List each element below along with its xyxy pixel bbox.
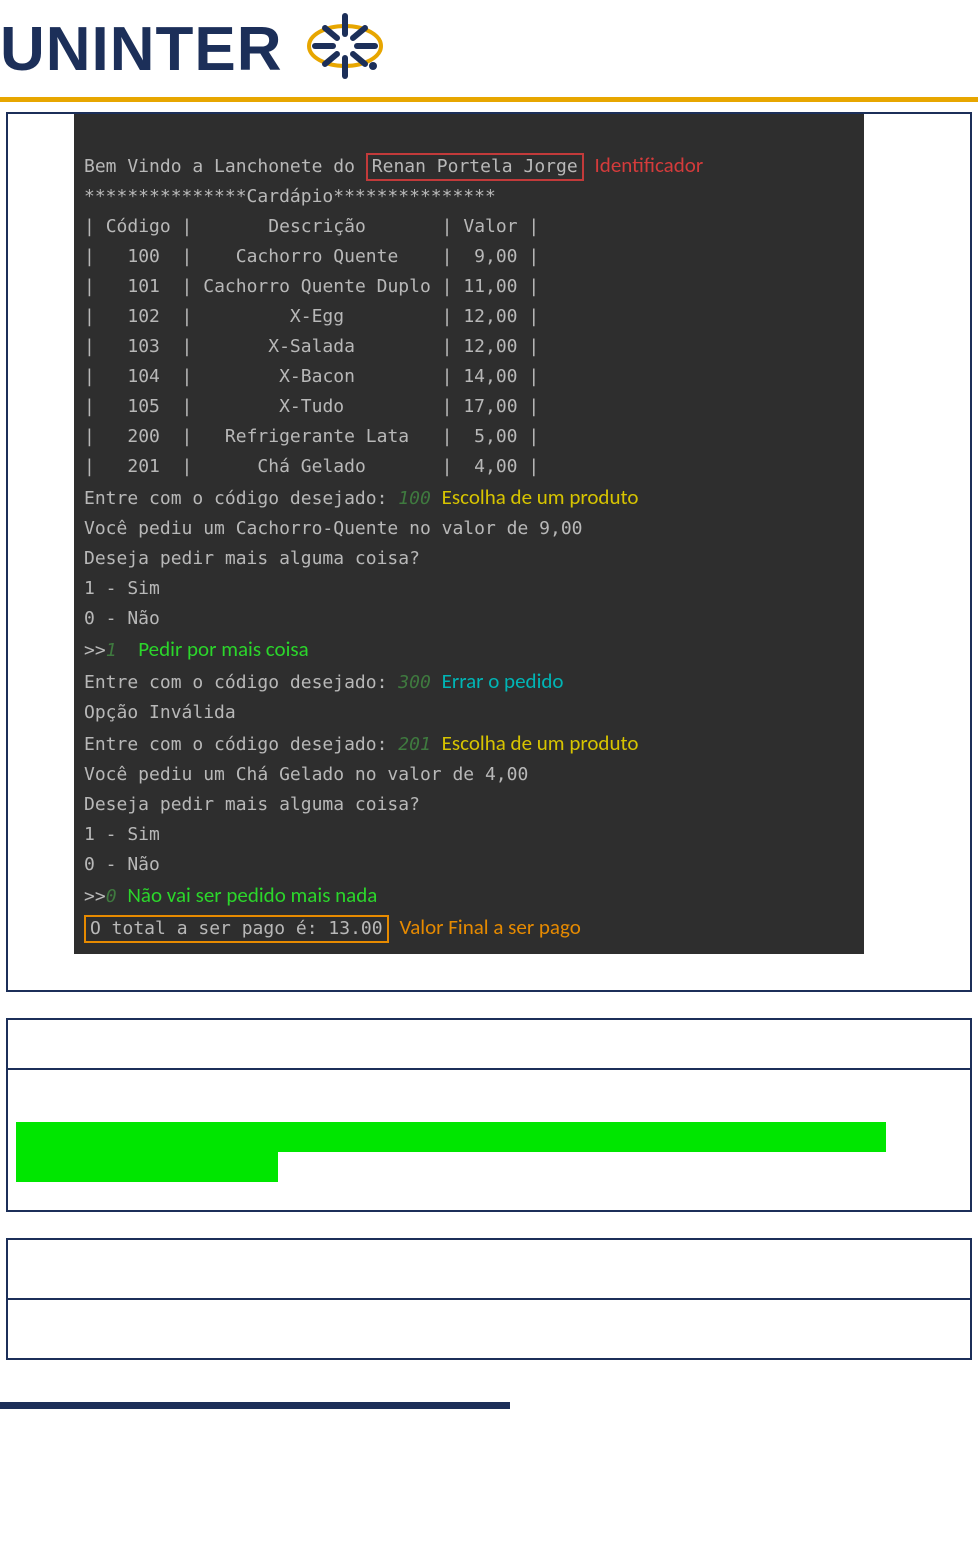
identifier-box: Renan Portela Jorge (366, 153, 584, 181)
highlight-bar (16, 1122, 886, 1152)
menu-row: | 201 | Chá Gelado | 4,00 | (84, 456, 539, 477)
header-divider (0, 97, 978, 102)
user-input: 0 (106, 886, 117, 907)
prompt-code: Entre com o código desejado: (84, 672, 398, 693)
welcome-prefix: Bem Vindo a Lanchonete do (84, 156, 366, 177)
echo-line: Você pediu um Cachorro-Quente no valor d… (84, 518, 583, 539)
identifier-name: Renan Portela Jorge (372, 156, 578, 177)
ask-more: Deseja pedir mais alguma coisa? (84, 548, 420, 569)
brand-name: UNINTER (0, 14, 283, 85)
annotation-total: Valor Final a ser pago (399, 914, 580, 940)
menu-row: | 101 | Cachorro Quente Duplo | 11,00 | (84, 276, 539, 297)
menu-row: | 100 | Cachorro Quente | 9,00 | (84, 246, 539, 267)
header-logo: UNINTER (0, 0, 978, 97)
panel-divider (8, 1068, 970, 1070)
menu-title: ***************Cardápio*************** (84, 186, 496, 207)
menu-row: | 200 | Refrigerante Lata | 5,00 | (84, 426, 539, 447)
globe-icon (295, 8, 395, 91)
total-box: O total a ser pago é: 13.00 (84, 915, 389, 943)
footer-bar (0, 1402, 510, 1408)
menu-row: | 102 | X-Egg | 12,00 | (84, 306, 539, 327)
panel-divider (8, 1298, 970, 1300)
menu-row: | 103 | X-Salada | 12,00 | (84, 336, 539, 357)
menu-row: | 105 | X-Tudo | 17,00 | (84, 396, 539, 417)
annotation-identifier: Identificador (595, 152, 704, 178)
opt-no: 0 - Não (84, 608, 160, 629)
opt-yes: 1 - Sim (84, 578, 160, 599)
invalid-line: Opção Inválida (84, 702, 236, 723)
col-codigo: Código (106, 216, 171, 237)
user-input: 201 (398, 734, 431, 755)
inline-prompt: >> (84, 640, 106, 661)
terminal-section: Bem Vindo a Lanchonete do Renan Portela … (6, 112, 972, 992)
menu-header: | Código | Descrição | Valor | (84, 216, 539, 237)
highlight-block (16, 1122, 962, 1182)
menu-row: | 104 | X-Bacon | 14,00 | (84, 366, 539, 387)
user-input: 1 (106, 640, 117, 661)
annotation-pick-2: Escolha de um produto (442, 730, 639, 756)
highlight-bar (16, 1152, 278, 1182)
annotation-wrong: Errar o pedido (442, 668, 564, 694)
user-input: 100 (398, 488, 431, 509)
empty-section (6, 1238, 972, 1360)
prompt-code: Entre com o código desejado: (84, 734, 398, 755)
annotation-no-more: Não vai ser pedido mais nada (127, 882, 377, 908)
total-line: O total a ser pago é: 13.00 (90, 918, 383, 939)
opt-no: 0 - Não (84, 854, 160, 875)
prompt-code: Entre com o código desejado: (84, 488, 398, 509)
annotation-more: Pedir por mais coisa (138, 636, 308, 662)
inline-prompt: >> (84, 886, 106, 907)
annotation-pick-1: Escolha de um produto (442, 484, 639, 510)
col-valor: Valor (463, 216, 517, 237)
terminal-output: Bem Vindo a Lanchonete do Renan Portela … (74, 114, 864, 954)
user-input: 300 (398, 672, 431, 693)
notes-section (6, 1018, 972, 1212)
col-descricao: Descrição (268, 216, 366, 237)
ask-more: Deseja pedir mais alguma coisa? (84, 794, 420, 815)
echo-line: Você pediu um Chá Gelado no valor de 4,0… (84, 764, 528, 785)
opt-yes: 1 - Sim (84, 824, 160, 845)
